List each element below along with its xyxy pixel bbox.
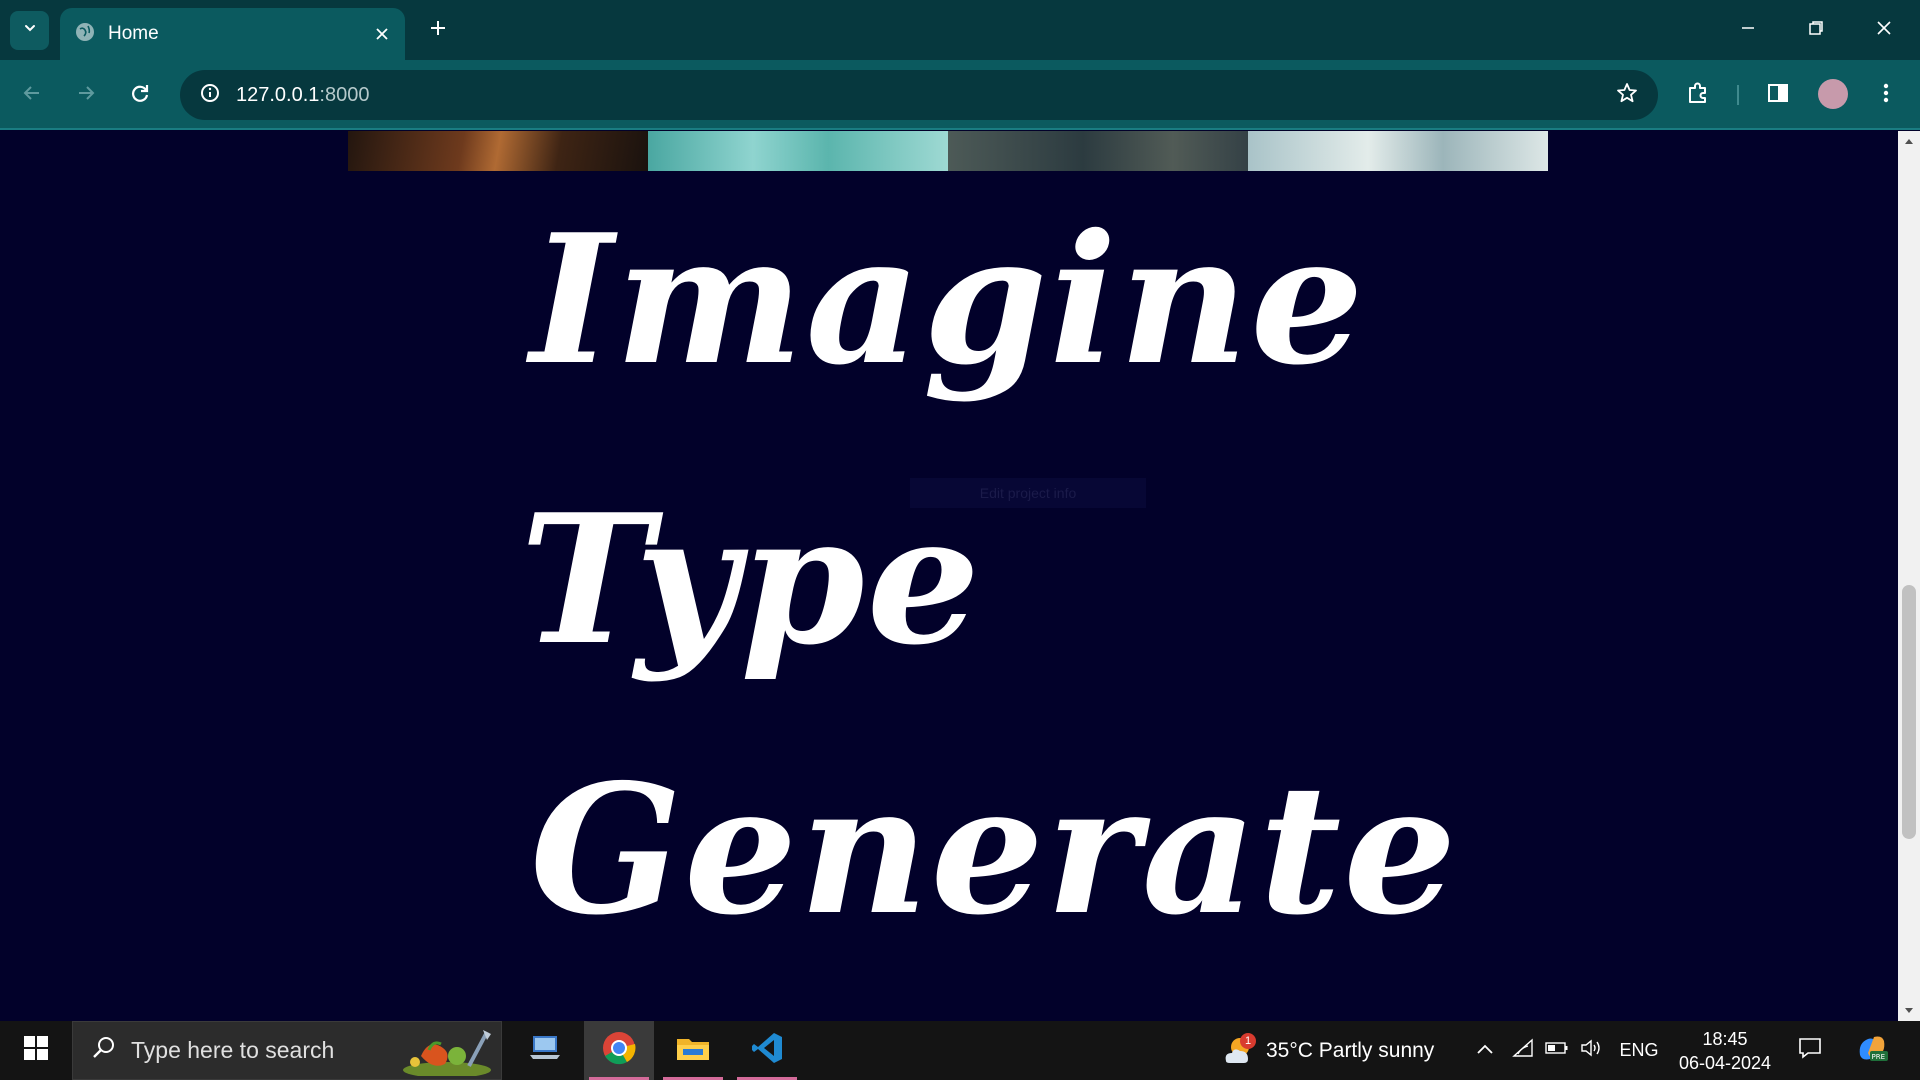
page-viewport: Imagine Edit project info Type Generate [0,131,1898,1021]
side-panel-icon [1766,81,1790,110]
notification-icon [1798,1037,1822,1064]
globe-icon [74,21,96,48]
battery-icon [1545,1041,1569,1060]
taskbar-clock[interactable]: 18:45 06-04-2024 [1670,1027,1780,1075]
forward-button[interactable] [66,75,106,115]
chevron-down-icon [22,20,38,41]
address-bar[interactable]: 127.0.0.1:8000 [180,70,1658,120]
windows-taskbar: Type here to search 1 35°C Partly sunny … [0,1021,1920,1080]
restore-button[interactable] [1794,12,1838,48]
scrollbar-thumb[interactable] [1902,585,1916,839]
show-hidden-icons-button[interactable] [1468,1021,1502,1080]
puzzle-icon [1685,80,1711,111]
search-highlight-illustration-icon [399,1026,495,1078]
search-placeholder: Type here to search [131,1037,335,1063]
url-host: 127.0.0.1 [236,84,320,106]
taskbar-app-chrome[interactable] [584,1021,654,1080]
wifi-icon [1512,1038,1534,1063]
gallery-image[interactable] [648,131,948,171]
screen: Home 127.0.0.1:8000 Imagine Edit project… [0,0,1920,1080]
network-button[interactable] [1506,1021,1540,1080]
copilot-icon: PRE [1856,1033,1888,1068]
volume-button[interactable] [1574,1021,1608,1080]
taskbar-app-file-explorer[interactable] [658,1021,728,1080]
tab-search-button[interactable] [10,11,49,50]
speaker-icon [1580,1038,1602,1063]
start-button[interactable] [8,1021,64,1080]
copilot-button[interactable]: PRE [1850,1021,1894,1080]
star-icon [1615,81,1639,110]
profile-avatar[interactable] [1818,79,1848,109]
browser-tab-home[interactable]: Home [60,8,405,60]
image-gallery-strip [348,131,1548,171]
tab-close-icon[interactable] [369,21,395,47]
battery-button[interactable] [1540,1021,1574,1080]
input-language-button[interactable]: ENG [1614,1021,1664,1080]
info-icon [199,82,221,109]
toolbar-divider [1737,85,1739,105]
desktop-laptop-icon [528,1033,562,1068]
arrow-right-icon [75,82,97,109]
notifications-button[interactable] [1790,1021,1830,1080]
restore-icon [1808,20,1824,41]
gallery-image[interactable] [1248,131,1548,171]
side-panel-button[interactable] [1758,75,1798,115]
tab-title: Home [108,23,159,44]
reload-button[interactable] [120,75,160,115]
svg-text:PRE: PRE [1872,1053,1886,1061]
minimize-button[interactable] [1726,12,1770,48]
url-text: 127.0.0.1:8000 [236,84,369,107]
new-tab-button[interactable] [422,14,454,46]
menu-button[interactable] [1866,75,1906,115]
taskbar-search-box[interactable]: Type here to search [72,1021,502,1080]
weather-alert-badge: 1 [1240,1032,1256,1049]
headline-word-imagine: Imagine [530,195,1366,404]
scroll-up-arrow[interactable] [1898,131,1920,151]
weather-widget[interactable]: 1 35°C Partly sunny [1220,1021,1434,1080]
folder-icon [675,1033,711,1068]
kebab-menu-icon [1882,81,1890,110]
extensions-button[interactable] [1678,75,1718,115]
site-info-button[interactable] [192,77,228,113]
headline-word-generate: Generate [530,745,1459,954]
scroll-down-arrow[interactable] [1898,1001,1920,1021]
language-indicator: ENG [1619,1040,1659,1060]
gallery-image[interactable] [948,131,1248,171]
arrow-left-icon [21,82,43,109]
chrome-icon [601,1030,637,1071]
page-scrollbar[interactable] [1898,131,1920,1021]
reload-icon [129,82,151,109]
search-icon [91,1035,117,1066]
plus-icon [429,19,447,42]
vscode-icon [750,1031,784,1070]
weather-partly-sunny-icon: 1 [1220,1032,1256,1069]
windows-logo-icon [23,1035,49,1066]
taskbar-app-vscode[interactable] [732,1021,802,1080]
clock-date: 06-04-2024 [1678,1053,1772,1073]
browser-tab-strip: Home [0,0,1920,60]
close-icon [1876,20,1892,41]
headline-word-type: Type [520,475,983,684]
gallery-image[interactable] [348,131,648,171]
chevron-up-icon [1476,1042,1494,1060]
clock-time: 18:45 [1702,1029,1748,1049]
close-window-button[interactable] [1862,12,1906,48]
bookmark-button[interactable] [1610,78,1644,112]
back-button[interactable] [12,75,52,115]
taskbar-app-task-view[interactable] [510,1021,580,1080]
url-port: :8000 [319,84,370,106]
browser-toolbar: 127.0.0.1:8000 [0,60,1920,130]
weather-text: 35°C Partly sunny [1266,1038,1435,1062]
minimize-icon [1740,20,1756,41]
